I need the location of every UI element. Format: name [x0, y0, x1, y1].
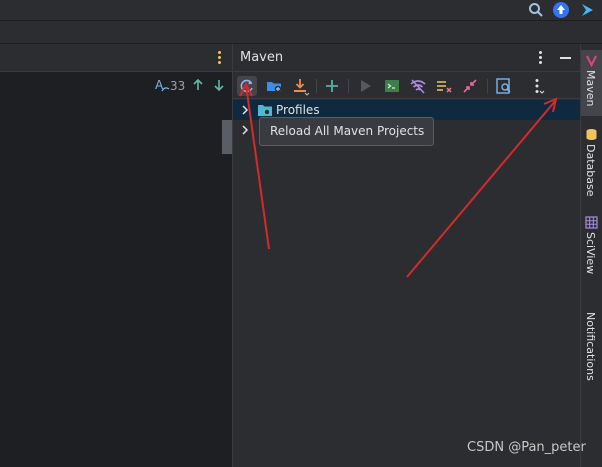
tab-bar [0, 20, 602, 44]
tab-maven[interactable]: Maven [581, 50, 602, 116]
search-icon[interactable] [527, 1, 545, 19]
more-options-icon[interactable] [536, 51, 544, 65]
sciview-icon [585, 216, 598, 229]
execute-goal-icon[interactable] [382, 76, 402, 96]
plugin-icon[interactable] [579, 1, 597, 19]
tab-sciview[interactable]: SciView [581, 214, 602, 278]
toggle-offline-icon[interactable] [408, 76, 428, 96]
editor-options-icon[interactable] [214, 50, 224, 66]
add-folder-icon[interactable] [264, 76, 284, 96]
profiles-folder-icon [258, 105, 272, 116]
previous-match-icon[interactable] [191, 78, 205, 92]
right-tool-strip: Maven Database SciView Notifications [580, 44, 602, 467]
chevron-right-icon[interactable] [239, 104, 251, 116]
find-match-count: 33 [170, 79, 186, 93]
next-match-icon[interactable] [212, 78, 226, 92]
watermark: CSDN @Pan_peter [467, 440, 586, 455]
collapse-all-icon[interactable] [460, 76, 480, 96]
editor-pane[interactable]: A 33 [0, 44, 233, 467]
update-icon[interactable] [552, 1, 570, 19]
maven-icon [586, 55, 597, 67]
plus-icon[interactable] [322, 76, 342, 96]
maven-toolbar [233, 73, 580, 99]
editor-header [0, 44, 232, 72]
more-icon[interactable] [528, 76, 548, 96]
analyze-dependencies-icon[interactable] [494, 76, 514, 96]
tab-label: Maven [584, 70, 597, 107]
database-icon [586, 129, 597, 140]
reload-tooltip: Reload All Maven Projects [259, 117, 434, 146]
run-icon[interactable] [355, 76, 375, 96]
maven-header: Maven [233, 44, 580, 72]
editor-scrollbar[interactable] [222, 120, 232, 154]
maven-tool-window: Maven Profiles [233, 44, 580, 467]
toolbar-separator [487, 79, 488, 93]
chevron-right-icon[interactable] [239, 124, 251, 136]
regex-icon[interactable]: A [154, 77, 170, 93]
skip-tests-icon[interactable] [434, 76, 454, 96]
download-icon[interactable] [290, 76, 310, 96]
tab-database[interactable]: Database [581, 126, 602, 198]
tree-row-label: Profiles [276, 103, 320, 117]
reload-icon[interactable] [237, 76, 257, 96]
minimize-icon[interactable] [560, 57, 571, 59]
tab-notifications[interactable]: Notifications [581, 310, 602, 392]
toolbar-separator [348, 79, 349, 93]
tab-label: SciView [584, 232, 597, 275]
tab-label: Database [584, 144, 597, 197]
tab-label: Notifications [584, 312, 597, 381]
toolbar-separator [316, 79, 317, 93]
title-bar [0, 0, 602, 20]
maven-title: Maven [240, 50, 284, 65]
